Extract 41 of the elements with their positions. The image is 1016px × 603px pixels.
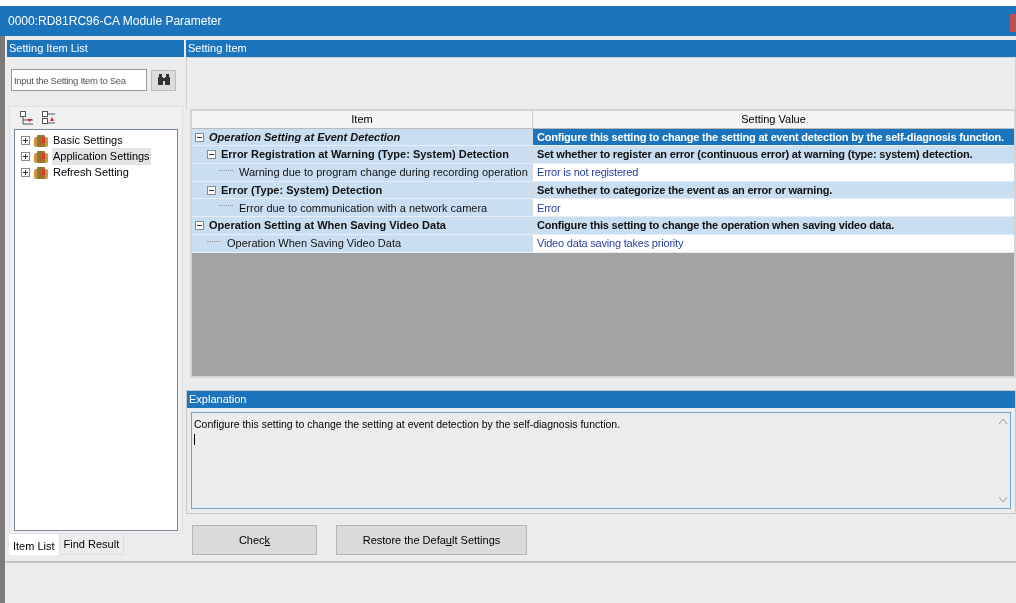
tree-item[interactable]: Refresh Setting — [52, 164, 130, 181]
item-label: Operation When Saving Video Data — [226, 235, 402, 251]
search-field[interactable]: Input the Setting Item to Sea — [11, 69, 147, 91]
action-button[interactable]: Restore the Default Settings — [336, 525, 527, 555]
item-label: Error Registration at Warning (Type: System) Detection — [220, 147, 509, 163]
tree-item[interactable]: Basic Settings — [52, 132, 124, 149]
value-cell[interactable]: Error — [533, 199, 1014, 217]
item-label: Error (Type: System) Detection — [220, 182, 383, 198]
expand-icon[interactable] — [21, 168, 30, 177]
tab[interactable]: Find Result — [58, 534, 125, 555]
explanation-box[interactable]: Configure this setting to change the setting at event detection by the self-diagnosis function. — [191, 411, 1011, 509]
folder-icon — [33, 149, 49, 164]
explanation-text: Configure this setting to change the setting at event detection by the self-diagnosis function. — [194, 416, 621, 432]
panel-header: Setting Item — [186, 40, 1016, 57]
folder-icon — [33, 133, 49, 148]
item-label: Warning due to program change during recording operation — [238, 165, 528, 181]
item-label: Operation Setting at Event Detection — [208, 129, 401, 145]
action-button[interactable]: Check — [192, 525, 317, 555]
folder-icon — [33, 165, 49, 180]
collapse-icon[interactable] — [195, 221, 204, 230]
window-title: 0000:RD81RC96-CA Module Parameter — [8, 13, 222, 30]
binoculars-icon — [156, 74, 171, 86]
item-label: Operation Setting at When Saving Video Data — [208, 218, 446, 234]
value-cell[interactable]: Set whether to register an error (continuous error) at warning (type: system) detection. — [533, 146, 1014, 164]
tab[interactable]: Item List — [9, 534, 59, 555]
expand-icon[interactable] — [21, 152, 30, 161]
expand-icon[interactable] — [21, 136, 30, 145]
search-button[interactable] — [151, 69, 176, 91]
column-header[interactable]: Setting Value — [533, 110, 1014, 128]
collapse-icon[interactable] — [207, 185, 216, 195]
panel-header: Explanation — [187, 390, 1015, 408]
expand-all-icon[interactable] — [42, 111, 56, 125]
column-header[interactable]: Item — [192, 110, 533, 128]
panel-header: Setting Item List — [7, 40, 184, 57]
value-cell[interactable]: Configure this setting to change the operation when saving video data. — [533, 217, 1014, 234]
collapse-icon[interactable] — [195, 132, 204, 142]
tree-item[interactable]: Application Settings — [52, 148, 151, 165]
collapse-all-icon[interactable] — [20, 111, 34, 125]
collapse-icon[interactable] — [207, 150, 216, 160]
item-label: Error due to communication with a network camera — [238, 200, 488, 216]
value-cell[interactable]: Error is not registered — [533, 164, 1014, 181]
